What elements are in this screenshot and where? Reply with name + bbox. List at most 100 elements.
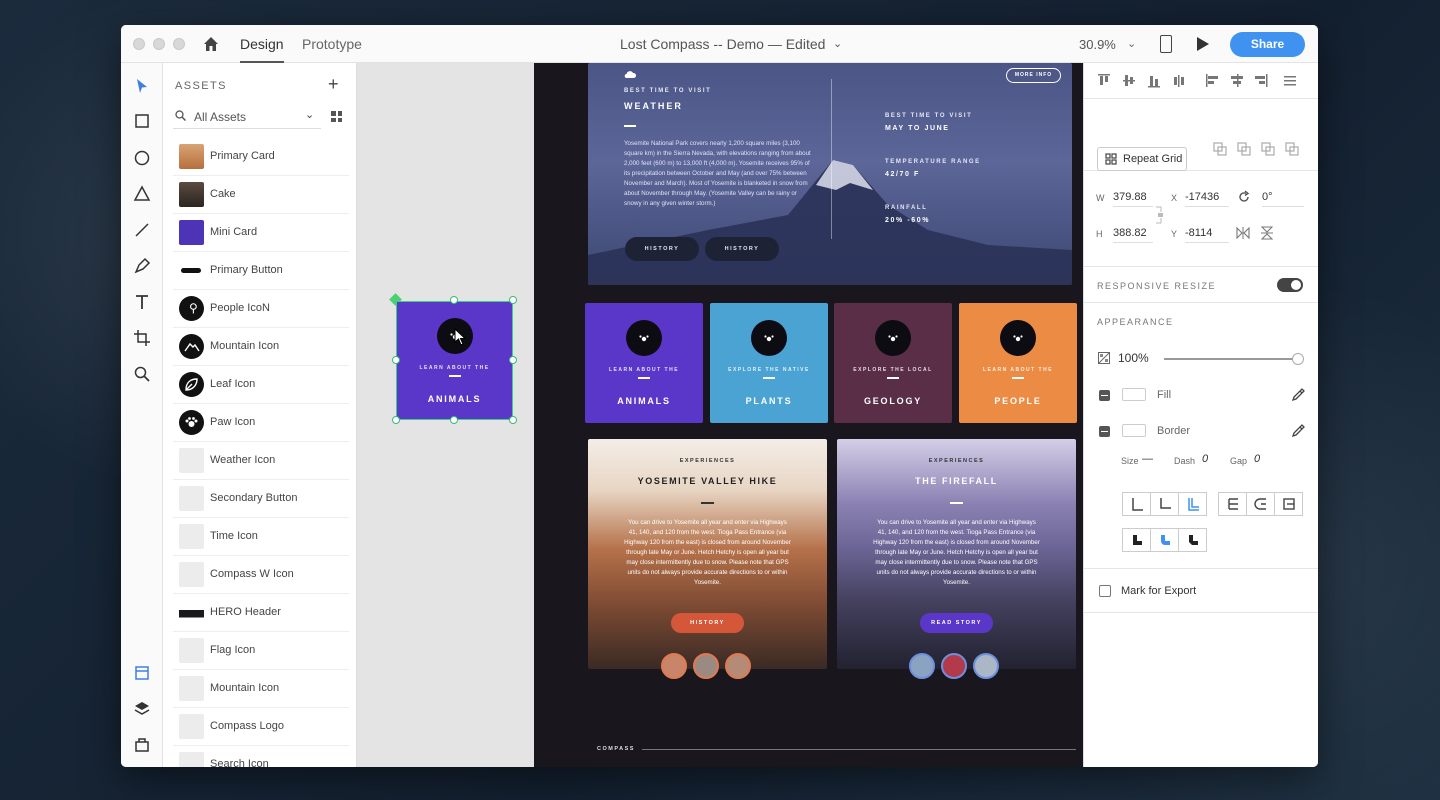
flip-vertical-icon[interactable] xyxy=(1261,226,1273,240)
resize-handle[interactable] xyxy=(450,296,458,304)
experience-card-firefall[interactable]: EXPERIENCES THE FIREFALL You can drive t… xyxy=(837,439,1076,669)
gap-input[interactable]: 0 xyxy=(1254,453,1260,468)
avatar[interactable] xyxy=(693,653,719,679)
list-item[interactable]: Flag Icon xyxy=(173,632,349,670)
close-window-button[interactable] xyxy=(133,38,145,50)
cap-butt-button[interactable] xyxy=(1218,492,1247,516)
zoom-window-button[interactable] xyxy=(173,38,185,50)
select-tool-icon[interactable] xyxy=(132,76,152,96)
assets-panel-icon[interactable] xyxy=(132,663,152,683)
rotation-input[interactable]: 0° xyxy=(1262,191,1304,207)
list-item[interactable]: Secondary Button xyxy=(173,480,349,518)
list-item[interactable]: Search Icon xyxy=(173,746,349,767)
chevron-down-icon[interactable]: ⌄ xyxy=(1127,37,1136,50)
resize-handle[interactable] xyxy=(509,416,517,424)
fill-checkbox[interactable] xyxy=(1099,390,1110,401)
flip-horizontal-icon[interactable] xyxy=(1236,227,1250,239)
avatar[interactable] xyxy=(973,653,999,679)
join-bevel-button[interactable] xyxy=(1178,528,1207,552)
add-asset-icon[interactable]: + xyxy=(328,74,339,95)
line-tool-icon[interactable] xyxy=(132,220,152,240)
border-checkbox[interactable] xyxy=(1099,426,1110,437)
boolean-ops-icon[interactable] xyxy=(1212,141,1312,157)
document-title[interactable]: Lost Compass -- Demo — Edited xyxy=(620,36,825,52)
list-item[interactable]: Cake xyxy=(173,176,349,214)
artboard-tool-icon[interactable] xyxy=(132,328,152,348)
responsive-resize-toggle[interactable] xyxy=(1277,278,1303,292)
pen-tool-icon[interactable] xyxy=(132,256,152,276)
stroke-outside-button[interactable] xyxy=(1178,492,1207,516)
selected-mini-card[interactable]: LEARN ABOUT THE ANIMALS xyxy=(396,301,513,420)
chevron-down-icon[interactable]: ⌄ xyxy=(305,108,314,121)
minimize-window-button[interactable] xyxy=(153,38,165,50)
avatar[interactable] xyxy=(909,653,935,679)
list-item[interactable]: Compass W Icon xyxy=(173,556,349,594)
list-item[interactable]: Primary Card xyxy=(173,138,349,176)
read-story-button[interactable]: READ STORY xyxy=(920,613,993,633)
stroke-inside-button[interactable] xyxy=(1122,492,1151,516)
plugins-icon[interactable] xyxy=(132,735,152,755)
opacity-input[interactable]: 100% xyxy=(1118,351,1149,368)
more-info-button[interactable]: MORE INFO xyxy=(1006,68,1061,83)
stroke-center-button[interactable] xyxy=(1150,492,1179,516)
home-icon[interactable] xyxy=(201,34,221,54)
eyedropper-icon[interactable] xyxy=(1291,388,1305,402)
list-item[interactable]: Paw Icon xyxy=(173,404,349,442)
eyedropper-icon[interactable] xyxy=(1291,424,1305,438)
polygon-tool-icon[interactable] xyxy=(132,184,152,204)
opacity-slider[interactable] xyxy=(1164,353,1304,365)
grid-view-icon[interactable] xyxy=(331,111,342,122)
list-item[interactable]: HERO Header xyxy=(173,594,349,632)
height-input[interactable]: 388.82 xyxy=(1113,227,1153,243)
x-input[interactable]: -17436 xyxy=(1185,191,1229,207)
size-input[interactable]: — xyxy=(1142,453,1153,468)
zoom-tool-icon[interactable] xyxy=(132,364,152,384)
width-input[interactable]: 379.88 xyxy=(1113,191,1153,207)
cap-round-button[interactable] xyxy=(1246,492,1275,516)
tab-design[interactable]: Design xyxy=(240,36,284,63)
y-input[interactable]: -8114 xyxy=(1185,227,1229,243)
list-item[interactable]: Mini Card xyxy=(173,214,349,252)
dash-input[interactable]: 0 xyxy=(1202,453,1208,468)
play-icon[interactable] xyxy=(1197,37,1209,51)
join-miter-button[interactable] xyxy=(1122,528,1151,552)
category-card-plants[interactable]: EXPLORE THE NATIVE PLANTS xyxy=(710,303,828,423)
history-button[interactable]: HISTORY xyxy=(625,237,699,261)
chevron-down-icon[interactable]: ⌄ xyxy=(833,37,842,50)
assets-filter[interactable]: All Assets ⌄ xyxy=(173,105,321,129)
weather-hero-card[interactable]: BEST TIME TO VISIT WEATHER Yosemite Nati… xyxy=(588,63,1072,285)
fill-swatch[interactable] xyxy=(1122,388,1146,401)
resize-handle[interactable] xyxy=(392,416,400,424)
list-item[interactable]: Mountain Icon xyxy=(173,670,349,708)
list-item[interactable]: Mountain Icon xyxy=(173,328,349,366)
category-card-people[interactable]: LEARN ABOUT THE PEOPLE xyxy=(959,303,1077,423)
list-item[interactable]: Compass Logo xyxy=(173,708,349,746)
list-item[interactable]: Weather Icon xyxy=(173,442,349,480)
cap-square-button[interactable] xyxy=(1274,492,1303,516)
category-card-animals[interactable]: LEARN ABOUT THE ANIMALS xyxy=(585,303,703,423)
mark-export-checkbox[interactable] xyxy=(1099,585,1111,597)
lock-aspect-icon[interactable] xyxy=(1155,206,1165,224)
resize-handle[interactable] xyxy=(392,356,400,364)
history-button[interactable]: HISTORY xyxy=(671,613,744,633)
resize-handle[interactable] xyxy=(509,356,517,364)
resize-handle[interactable] xyxy=(509,296,517,304)
join-round-button[interactable] xyxy=(1150,528,1179,552)
layers-icon[interactable] xyxy=(132,699,152,719)
avatar[interactable] xyxy=(661,653,687,679)
experience-card-hike[interactable]: EXPERIENCES YOSEMITE VALLEY HIKE You can… xyxy=(588,439,827,669)
text-tool-icon[interactable] xyxy=(132,292,152,312)
avatar[interactable] xyxy=(725,653,751,679)
ellipse-tool-icon[interactable] xyxy=(132,148,152,168)
list-item[interactable]: Time Icon xyxy=(173,518,349,556)
history-button[interactable]: HISTORY xyxy=(705,237,779,261)
tab-prototype[interactable]: Prototype xyxy=(302,36,362,52)
list-item[interactable]: Leaf Icon xyxy=(173,366,349,404)
device-preview-icon[interactable] xyxy=(1160,35,1172,53)
repeat-grid-button[interactable]: Repeat Grid xyxy=(1097,147,1187,171)
artboard[interactable]: BEST TIME TO VISIT WEATHER Yosemite Nati… xyxy=(534,63,1083,767)
rectangle-tool-icon[interactable] xyxy=(132,111,152,131)
list-item[interactable]: ⚲ People IcoN xyxy=(173,290,349,328)
list-item[interactable]: Primary Button xyxy=(173,252,349,290)
resize-handle[interactable] xyxy=(450,416,458,424)
